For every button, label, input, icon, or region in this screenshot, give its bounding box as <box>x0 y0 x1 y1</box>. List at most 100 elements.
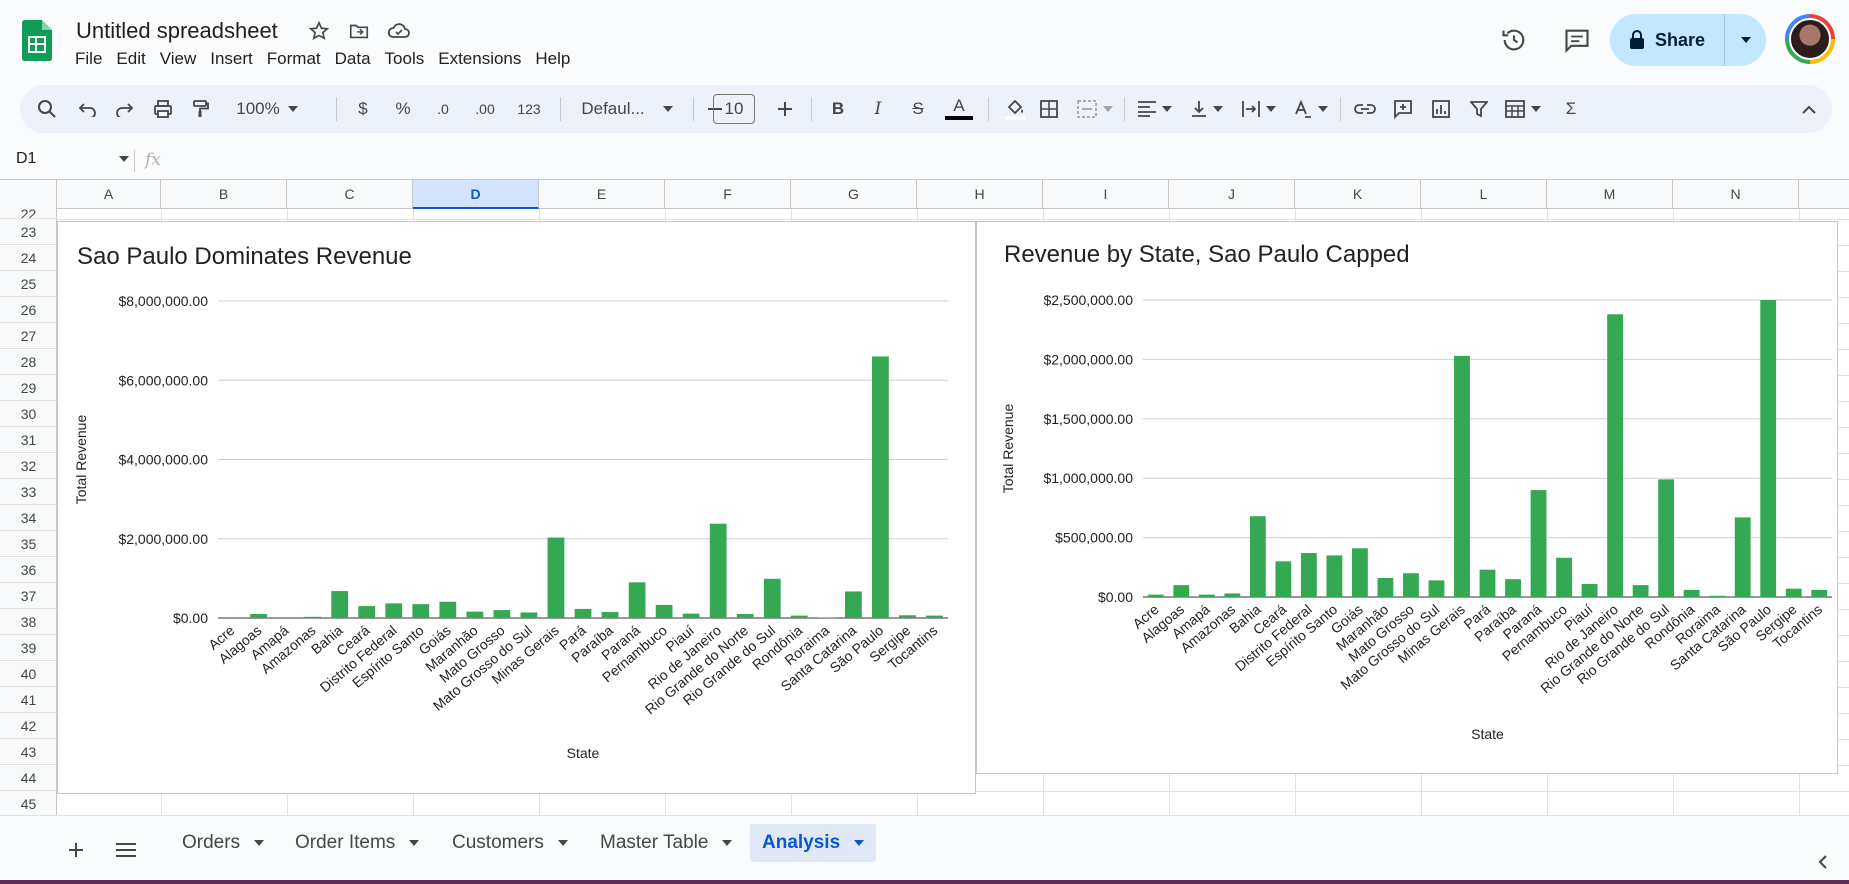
filter-icon[interactable] <box>1464 91 1494 127</box>
share-options-button[interactable] <box>1725 37 1766 43</box>
bar-paran-[interactable] <box>628 582 646 618</box>
bar-rio-grande-do-norte[interactable] <box>1632 585 1649 597</box>
sheets-logo-icon[interactable] <box>22 20 52 61</box>
bar-distrito-federal[interactable] <box>1300 553 1317 597</box>
menu-help[interactable]: Help <box>528 48 577 70</box>
bar-maranh-o[interactable] <box>466 611 484 618</box>
row-header-43[interactable]: 43 <box>0 739 57 765</box>
bar-alagoas[interactable] <box>250 614 267 618</box>
bar-acre[interactable] <box>223 617 240 618</box>
column-header-i[interactable]: I <box>1043 180 1169 209</box>
tab-customers[interactable]: Customers <box>440 824 580 862</box>
bar-alagoas[interactable] <box>1173 585 1190 597</box>
bar-bahia[interactable] <box>331 591 349 618</box>
spreadsheet-grid[interactable]: ABCDEFGHIJKLMN 22 23 24 25 26 27 28 29 30 31 32 33 3… <box>0 179 1849 815</box>
share-button[interactable]: Share <box>1610 14 1725 66</box>
column-header-f[interactable]: F <box>665 180 791 209</box>
fill-color-icon[interactable] <box>1000 91 1030 127</box>
row-header-44[interactable]: 44 <box>0 765 57 791</box>
zoom-select[interactable]: 100% <box>234 91 300 127</box>
functions-button[interactable]: Σ <box>1556 91 1586 127</box>
name-box[interactable]: D1 <box>16 150 129 168</box>
text-color-button[interactable]: A <box>944 91 974 127</box>
bar-rio-grande-do-sul[interactable] <box>763 578 781 618</box>
column-header-n[interactable]: N <box>1673 180 1799 209</box>
insert-link-icon[interactable] <box>1350 91 1380 127</box>
star-icon[interactable] <box>306 18 332 44</box>
bar-cear-[interactable] <box>1275 561 1292 597</box>
search-menus-icon[interactable] <box>32 91 62 127</box>
chart-sao-paulo-dominates[interactable]: Sao Paulo Dominates Revenue Total Revenue… <box>57 221 976 794</box>
bar-santa-catarina[interactable] <box>844 591 862 618</box>
chart-revenue-capped[interactable]: Revenue by State, Sao Paulo Capped Total … <box>976 221 1838 774</box>
comments-icon[interactable] <box>1559 22 1595 58</box>
version-history-icon[interactable] <box>1496 22 1532 58</box>
column-header-l[interactable]: L <box>1421 180 1547 209</box>
row-header-38[interactable]: 38 <box>0 609 57 635</box>
bar-cear-[interactable] <box>358 606 376 618</box>
bar-bahia[interactable] <box>1249 516 1266 597</box>
menu-format[interactable]: Format <box>260 48 328 70</box>
bar-pernambuco[interactable] <box>1556 557 1572 597</box>
row-header-25[interactable]: 25 <box>0 271 57 297</box>
decrease-decimal-button[interactable]: .0 <box>428 91 458 127</box>
column-header-b[interactable]: B <box>161 180 287 209</box>
row-header-45[interactable]: 45 <box>0 791 57 815</box>
bar-mato-grosso-do-sul[interactable] <box>520 612 538 618</box>
menu-tools[interactable]: Tools <box>378 48 432 70</box>
bar-tocantins[interactable] <box>1811 589 1828 597</box>
row-header-24[interactable]: 24 <box>0 245 57 271</box>
row-header-35[interactable]: 35 <box>0 531 57 557</box>
row-header-36[interactable]: 36 <box>0 557 57 583</box>
bar-rio-de-janeiro[interactable] <box>1607 314 1624 597</box>
row-header-33[interactable]: 33 <box>0 479 57 505</box>
row-header-31[interactable]: 31 <box>0 427 57 453</box>
tab-master-table[interactable]: Master Table <box>588 824 744 862</box>
strikethrough-button[interactable]: S <box>904 91 932 127</box>
bar-goi-s[interactable] <box>439 601 457 618</box>
column-header-e[interactable]: E <box>539 180 665 209</box>
menu-data[interactable]: Data <box>328 48 378 70</box>
move-folder-icon[interactable] <box>346 18 372 44</box>
undo-icon[interactable] <box>72 91 102 127</box>
column-header-a[interactable]: A <box>57 180 161 209</box>
bar-para-ba[interactable] <box>601 612 619 618</box>
bar-mato-grosso[interactable] <box>1403 573 1419 597</box>
bar-s-o-paulo[interactable] <box>1760 300 1777 597</box>
tab-order-items[interactable]: Order Items <box>283 824 431 862</box>
insert-chart-icon[interactable] <box>1426 91 1456 127</box>
tab-analysis[interactable]: Analysis <box>750 824 876 862</box>
bar-piau-[interactable] <box>682 613 700 618</box>
bar-amazonas[interactable] <box>304 616 322 618</box>
cloud-saved-icon[interactable] <box>386 18 412 44</box>
menu-file[interactable]: File <box>68 48 109 70</box>
add-sheet-icon[interactable] <box>64 838 88 862</box>
row-header-30[interactable]: 30 <box>0 401 57 427</box>
menu-edit[interactable]: Edit <box>109 48 152 70</box>
bar-par-[interactable] <box>574 608 592 618</box>
formula-input[interactable] <box>175 146 1825 174</box>
bar-maranh-o[interactable] <box>1377 577 1394 597</box>
bar-rond-nia[interactable] <box>790 615 808 618</box>
percent-format-button[interactable]: % <box>390 91 416 127</box>
vertical-align-icon[interactable] <box>1184 91 1230 127</box>
horizontal-align-icon[interactable] <box>1132 91 1178 127</box>
bar-mato-grosso[interactable] <box>493 610 511 618</box>
row-header-40[interactable]: 40 <box>0 661 57 687</box>
text-wrapping-icon[interactable] <box>1236 91 1282 127</box>
bar-acre[interactable] <box>1147 594 1164 597</box>
row-header-23[interactable]: 23 <box>0 219 57 245</box>
row-header-41[interactable]: 41 <box>0 687 57 713</box>
bar-esp-rito-santo[interactable] <box>412 604 430 618</box>
bar-goi-s[interactable] <box>1351 548 1368 597</box>
bar-rond-nia[interactable] <box>1683 589 1700 597</box>
tab-orders[interactable]: Orders <box>170 824 276 862</box>
bar-amazonas[interactable] <box>1224 593 1241 597</box>
column-header-d[interactable]: D <box>413 180 539 209</box>
bar-rio-grande-do-norte[interactable] <box>736 614 754 618</box>
bar-para-ba[interactable] <box>1505 579 1521 597</box>
bar-pernambuco[interactable] <box>655 604 673 618</box>
bar-paran-[interactable] <box>1530 490 1547 597</box>
menu-insert[interactable]: Insert <box>203 48 260 70</box>
bar-santa-catarina[interactable] <box>1734 517 1751 597</box>
